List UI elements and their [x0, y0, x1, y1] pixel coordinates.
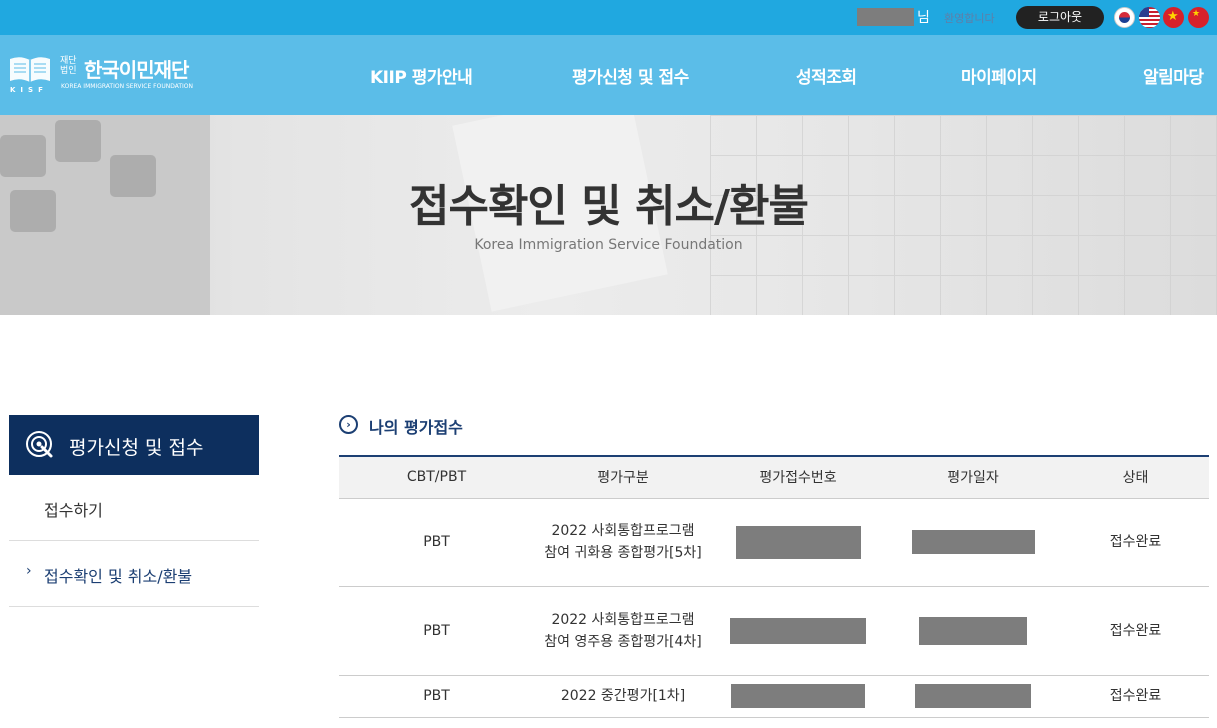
circle-chevron-icon: ›	[339, 415, 358, 434]
table-row[interactable]: PBT 2022 사회통합프로그램 참여 귀화용 종합평가[5차] 접수완료	[339, 498, 1209, 587]
kisf-logo[interactable]: KISF 재단 법인 한국이민재단 KOREA IMMIGRATION SERVI…	[8, 53, 208, 97]
cell-date	[884, 675, 1062, 718]
page-title: 접수확인 및 취소/환불	[408, 181, 809, 232]
logo-mark-icon	[10, 57, 50, 82]
section-title-text: 나의 평가접수	[369, 418, 463, 437]
redacted-date	[911, 530, 1035, 554]
cell-date	[884, 498, 1062, 587]
vietnam-flag-icon[interactable]	[1163, 7, 1184, 28]
main-nav: KISF 재단 법인 한국이민재단 KOREA IMMIGRATION SERVI…	[0, 35, 1217, 115]
cell-status: 접수완료	[1062, 675, 1209, 718]
korea-flag-icon[interactable]	[1114, 7, 1135, 28]
redacted-number	[730, 617, 866, 644]
table-header-row: CBT/PBT 평가구분 평가접수번호 평가일자 상태	[339, 456, 1209, 499]
application-table: CBT/PBT 평가구분 평가접수번호 평가일자 상태 PBT 2022 사회통…	[339, 455, 1209, 718]
col-header-date: 평가일자	[884, 456, 1062, 499]
redacted-number	[731, 684, 865, 708]
cell-status: 접수완료	[1062, 498, 1209, 587]
cell-type: 2022 중간평가[1차]	[534, 675, 712, 718]
nav-notice[interactable]: 알림마당	[1143, 63, 1204, 88]
logo-mark-text: KISF	[10, 86, 48, 94]
cell-number	[712, 498, 884, 587]
nav-mypage[interactable]: 마이페이지	[961, 63, 1037, 88]
nav-kiip-guide[interactable]: KIIP 평가안내	[370, 63, 473, 88]
cell-mode: PBT	[339, 675, 534, 718]
logo-legal-text: 재단 법인	[60, 56, 77, 76]
logo-english-name: KOREA IMMIGRATION SERVICE FOUNDATION	[61, 83, 194, 90]
nav-scores[interactable]: 성적조회	[796, 63, 857, 88]
col-header-number: 평가접수번호	[712, 456, 884, 499]
cell-status: 접수완료	[1062, 586, 1209, 676]
welcome-text: 환영합니다	[944, 12, 995, 25]
cell-number	[712, 675, 884, 718]
hero-banner: 접수확인 및 취소/환불 Korea Immigration Service F…	[0, 115, 1217, 315]
cell-type: 2022 사회통합프로그램 참여 영주용 종합평가[4차]	[534, 586, 712, 676]
sidebar-heading: 평가신청 및 접수	[9, 415, 259, 475]
logout-button[interactable]: 로그아웃	[1016, 6, 1104, 29]
cell-mode: PBT	[339, 586, 534, 676]
cell-type: 2022 사회통합프로그램 참여 귀화용 종합평가[5차]	[534, 498, 712, 587]
usa-flag-icon[interactable]	[1139, 7, 1160, 28]
user-suffix: 님	[917, 10, 930, 26]
logo-korean-name: 한국이민재단	[84, 58, 189, 82]
chevron-right-icon: ›	[26, 563, 32, 579]
sidebar-item-label: 접수하기	[44, 501, 103, 520]
redacted-date	[919, 616, 1027, 645]
table-row[interactable]: PBT 2022 중간평가[1차] 접수완료	[339, 675, 1209, 718]
china-flag-icon[interactable]	[1188, 7, 1209, 28]
table-row[interactable]: PBT 2022 사회통합프로그램 참여 영주용 종합평가[4차] 접수완료	[339, 586, 1209, 676]
col-header-status: 상태	[1062, 456, 1209, 499]
col-header-mode: CBT/PBT	[339, 456, 534, 499]
cell-number	[712, 586, 884, 676]
sidebar-heading-label: 평가신청 및 접수	[69, 437, 204, 459]
top-bar: 님 환영합니다 로그아웃	[0, 0, 1217, 35]
sidebar-item-apply[interactable]: 접수하기	[9, 475, 259, 541]
page-subtitle: Korea Immigration Service Foundation	[474, 237, 743, 253]
cell-date	[884, 586, 1062, 676]
sidebar-item-confirm-cancel[interactable]: › 접수확인 및 취소/환불	[9, 541, 259, 607]
cell-mode: PBT	[339, 498, 534, 587]
col-header-type: 평가구분	[534, 456, 712, 499]
nav-application[interactable]: 평가신청 및 접수	[572, 63, 689, 88]
sidebar-item-label: 접수확인 및 취소/환불	[44, 567, 193, 586]
redacted-username	[857, 8, 914, 26]
redacted-date	[915, 684, 1031, 708]
target-touch-icon	[26, 431, 53, 458]
redacted-number	[735, 525, 861, 559]
